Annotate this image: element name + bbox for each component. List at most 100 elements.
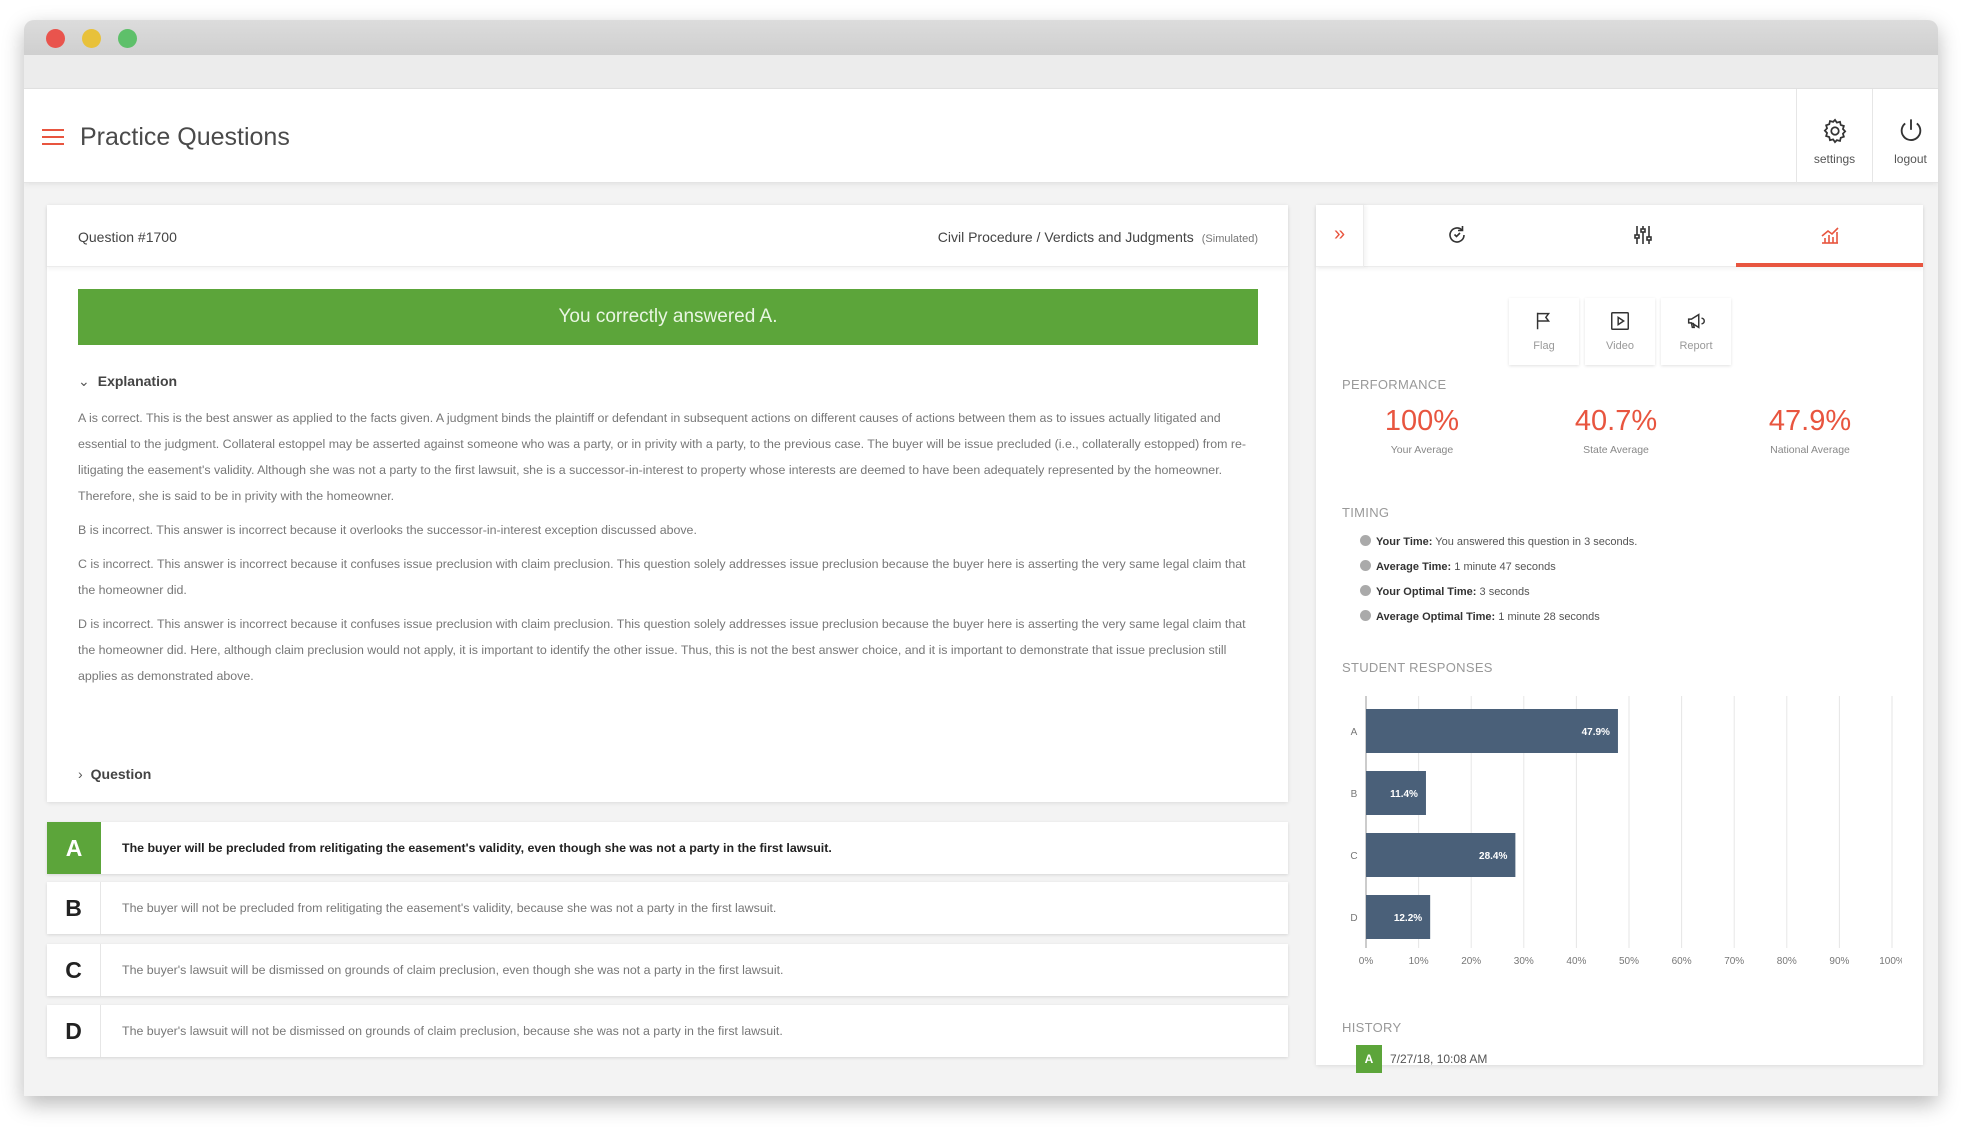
timing-row-label: Average Optimal Time: — [1376, 611, 1496, 623]
panel-tabs: » — [1316, 205, 1923, 267]
settings-label: settings — [1813, 152, 1856, 166]
history-timestamp: 7/27/18, 10:08 AM — [1390, 1052, 1488, 1066]
answer-text: The buyer's lawsuit will not be dismisse… — [122, 1024, 783, 1038]
answer-text: The buyer's lawsuit will be dismissed on… — [122, 963, 784, 977]
answer-option-c[interactable]: C The buyer's lawsuit will be dismissed … — [47, 944, 1288, 996]
stats-panel: » Flag Video Report PERFORMANCE 100% You… — [1316, 205, 1923, 1073]
question-toggle[interactable]: › Question — [78, 766, 151, 782]
question-category: Civil Procedure / Verdicts and Judgments… — [938, 229, 1258, 245]
tab-stats[interactable] — [1736, 205, 1923, 267]
timing-row-value: 3 seconds — [1479, 586, 1530, 598]
settings-button[interactable]: settings — [1796, 89, 1872, 183]
video-button[interactable]: Video — [1585, 298, 1655, 365]
timing-list: Your Time: You answered this question in… — [1360, 530, 1637, 630]
explanation-paragraph: C is incorrect. This answer is incorrect… — [78, 557, 1246, 597]
student-responses-label: STUDENT RESPONSES — [1342, 660, 1493, 675]
performance-label: PERFORMANCE — [1342, 377, 1447, 392]
timing-row-value: You answered this question in 3 seconds. — [1435, 536, 1638, 548]
chart-icon — [1820, 227, 1839, 244]
sliders-icon — [1634, 226, 1652, 244]
x-tick-label: 0% — [1359, 956, 1374, 967]
answer-letter: A — [47, 822, 101, 874]
question-number: Question #1700 — [78, 229, 177, 245]
x-tick-label: 30% — [1514, 956, 1534, 967]
logout-label: logout — [1894, 152, 1927, 166]
timing-row-value: 1 minute 47 seconds — [1454, 561, 1556, 573]
student-responses-chart: 0% 10% 20% 30% 40% 50% 60% 70% 80% 90% 100% A 47.9% B… — [1350, 696, 1902, 967]
answer-letter: C — [47, 944, 101, 996]
timing-row-label: Average Time: — [1376, 561, 1452, 573]
explanation-body: A is correct. This is the best answer as… — [78, 405, 1258, 697]
mode-text: (Simulated) — [1201, 233, 1258, 245]
x-tick-label: 70% — [1724, 956, 1744, 967]
national-average-value: 47.9% — [1768, 405, 1852, 437]
tab-refresh[interactable] — [1364, 205, 1550, 267]
browser-toolbar — [24, 55, 1938, 89]
minimize-window-button[interactable] — [82, 29, 101, 48]
timing-row-label: Your Time: — [1376, 536, 1433, 548]
tab-filter[interactable] — [1550, 205, 1736, 267]
question-card: Question #1700 Civil Procedure / Verdict… — [47, 205, 1288, 802]
logout-button[interactable]: logout — [1872, 89, 1938, 183]
flag-icon — [1536, 312, 1551, 330]
state-average: 40.7% State Average — [1519, 405, 1713, 456]
answer-option-a[interactable]: A The buyer will be precluded from relit… — [47, 822, 1288, 874]
x-tick-label: 20% — [1461, 956, 1481, 967]
x-tick-label: 10% — [1409, 956, 1429, 967]
flag-button[interactable]: Flag — [1509, 298, 1579, 365]
explanation-paragraph: A is correct. This is the best answer as… — [78, 411, 1247, 503]
refresh-icon — [1449, 226, 1465, 243]
clock-icon — [1360, 585, 1371, 596]
bar-value-label: 11.4% — [1390, 789, 1418, 800]
collapse-panel-button[interactable]: » — [1316, 205, 1364, 267]
x-tick-label: 80% — [1777, 956, 1797, 967]
report-label: Report — [1679, 340, 1713, 352]
your-average-caption: Your Average — [1390, 444, 1454, 456]
history-answer-badge: A — [1356, 1045, 1382, 1073]
timing-row-label: Your Optimal Time: — [1376, 586, 1477, 598]
chevron-down-icon: ⌄ — [78, 373, 90, 389]
answer-text: The buyer will not be precluded from rel… — [122, 901, 777, 915]
timing-row: Average Time: 1 minute 47 seconds — [1360, 555, 1637, 580]
explanation-label: Explanation — [97, 373, 178, 389]
x-tick-label: 90% — [1829, 956, 1849, 967]
explanation-toggle[interactable]: ⌄ Explanation — [78, 373, 177, 390]
clock-icon — [1360, 535, 1371, 546]
clock-icon — [1360, 560, 1371, 571]
flag-label: Flag — [1533, 340, 1555, 352]
app-header: Practice Questions settings logout — [24, 89, 1938, 183]
bar — [1366, 709, 1618, 753]
national-average: 47.9% National Average — [1713, 405, 1907, 456]
zoom-window-button[interactable] — [118, 29, 137, 48]
result-banner: You correctly answered A. — [78, 289, 1258, 345]
question-header: Question #1700 Civil Procedure / Verdict… — [47, 205, 1288, 267]
video-label: Video — [1606, 340, 1634, 352]
timing-row: Your Time: You answered this question in… — [1360, 530, 1637, 555]
report-button[interactable]: Report — [1661, 298, 1731, 365]
power-icon — [1900, 119, 1921, 141]
menu-icon[interactable] — [42, 129, 64, 145]
bar-value-label: 28.4% — [1479, 851, 1507, 862]
chevron-right-icon: › — [78, 766, 83, 782]
clock-icon — [1360, 610, 1371, 621]
category-label: B — [1351, 789, 1358, 800]
x-tick-label: 50% — [1619, 956, 1639, 967]
your-average-value: 100% — [1384, 405, 1460, 437]
state-average-caption: State Average — [1583, 444, 1649, 456]
app-window: Practice Questions settings logout Quest… — [24, 20, 1938, 1096]
timing-label: TIMING — [1342, 505, 1390, 520]
timing-row: Average Optimal Time: 1 minute 28 second… — [1360, 605, 1637, 630]
answer-option-d[interactable]: D The buyer's lawsuit will not be dismis… — [47, 1005, 1288, 1057]
state-average-value: 40.7% — [1574, 405, 1658, 437]
x-tick-label: 60% — [1672, 956, 1692, 967]
question-label: Question — [90, 766, 152, 782]
explanation-paragraph: D is incorrect. This answer is incorrect… — [78, 617, 1246, 683]
close-window-button[interactable] — [46, 29, 65, 48]
history-label: HISTORY — [1342, 1020, 1402, 1035]
answer-letter: D — [47, 1005, 101, 1057]
category-label: C — [1350, 851, 1357, 862]
answer-option-b[interactable]: B The buyer will not be precluded from r… — [47, 882, 1288, 934]
your-average: 100% Your Average — [1325, 405, 1519, 456]
timing-row-value: 1 minute 28 seconds — [1498, 611, 1600, 623]
category-text: Civil Procedure / Verdicts and Judgments — [937, 229, 1194, 245]
